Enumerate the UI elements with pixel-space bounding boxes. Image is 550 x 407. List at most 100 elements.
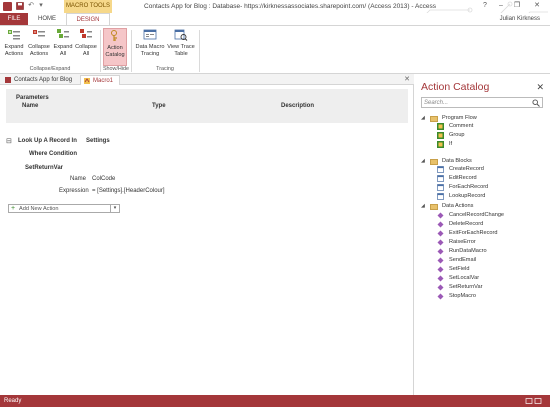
search-placeholder: Search...	[424, 100, 449, 106]
catalog-item-rundatamacro[interactable]: RunDataMacro	[449, 247, 487, 255]
undo-icon[interactable]: ↶	[27, 2, 35, 10]
action-catalog-button[interactable]: Action Catalog	[103, 28, 127, 66]
action-catalog-pane: Action Catalog ✕ Search... ◢ Program Flo…	[415, 74, 550, 395]
customize-qat-icon[interactable]: ▾	[37, 2, 45, 10]
collapse-all-button[interactable]: Collapse All	[75, 28, 97, 66]
tab-macro1[interactable]: Macro1	[80, 75, 120, 85]
edit-record-icon	[437, 175, 444, 182]
save-icon[interactable]	[16, 2, 24, 10]
collapse-actions-button[interactable]: Collapse Actions	[27, 28, 51, 66]
expanded-arrow-icon[interactable]: ◢	[421, 115, 425, 121]
access-app-icon[interactable]	[3, 2, 12, 11]
collapse-all-icon	[79, 28, 93, 42]
section-data-blocks[interactable]: Data Blocks	[442, 157, 472, 165]
catalog-item-group[interactable]: Group	[449, 131, 465, 139]
action-catalog-title: Action Catalog	[421, 81, 490, 93]
group-icon	[437, 132, 444, 139]
data-action-icon	[437, 230, 444, 237]
section-program-flow[interactable]: Program Flow	[442, 114, 477, 122]
catalog-item-exitforeachrecord[interactable]: ExitForEachRecord	[449, 229, 498, 237]
data-action-icon	[437, 275, 444, 282]
expanded-arrow-icon[interactable]: ◢	[421, 158, 425, 164]
catalog-item-if[interactable]: If	[449, 140, 452, 148]
document-tab-bar: Contacts App for Blog Macro1 ✕	[0, 74, 414, 85]
add-icon: +	[11, 205, 16, 212]
section-data-actions[interactable]: Data Actions	[442, 202, 473, 210]
close-document-icon[interactable]: ✕	[404, 75, 410, 83]
parameters-panel: Parameters Name Type Description	[6, 89, 408, 123]
collapse-actions-icon	[32, 28, 46, 42]
data-action-icon	[437, 257, 444, 264]
expand-actions-label: Expand Actions	[4, 44, 24, 57]
expand-actions-icon	[7, 28, 21, 42]
view-trace-table-button[interactable]: View Trace Table	[167, 28, 195, 66]
view-trace-table-icon	[174, 28, 188, 42]
access-app-icon	[5, 77, 11, 83]
name-value[interactable]: ColCode	[92, 176, 115, 182]
expand-all-label: Expand All	[53, 44, 73, 57]
data-action-icon	[437, 293, 444, 300]
data-action-icon	[437, 221, 444, 228]
for-each-record-icon	[437, 184, 444, 191]
set-return-var-action[interactable]: SetReturnVar	[25, 165, 63, 171]
catalog-item-comment[interactable]: Comment	[449, 122, 473, 130]
chevron-down-icon[interactable]: ▾	[110, 205, 119, 212]
catalog-item-sendemail[interactable]: SendEmail	[449, 256, 476, 264]
tab-home[interactable]: HOME	[31, 13, 63, 25]
catalog-search-input[interactable]: Search...	[421, 97, 543, 108]
tab-contacts-app-label: Contacts App for Blog	[14, 77, 73, 83]
action-catalog-icon	[108, 29, 122, 43]
catalog-item-deleterecord[interactable]: DeleteRecord	[449, 220, 483, 228]
collapse-all-label: Collapse All	[75, 44, 97, 57]
folder-icon	[430, 159, 438, 165]
catalog-item-foreachrecord[interactable]: ForEachRecord	[449, 183, 488, 191]
comment-icon	[437, 123, 444, 130]
expand-all-button[interactable]: Expand All	[53, 28, 73, 66]
catalog-item-setfield[interactable]: SetField	[449, 265, 470, 273]
tab-file[interactable]: FILE	[0, 13, 28, 25]
expression-label: Expression	[59, 188, 89, 194]
expand-actions-button[interactable]: Expand Actions	[3, 28, 25, 66]
collapse-block-icon[interactable]: ⊟	[6, 137, 12, 145]
status-text: Ready	[4, 398, 22, 404]
group-label-show-hide: Show/Hide	[102, 66, 130, 72]
group-label-tracing: Tracing	[156, 66, 174, 72]
catalog-item-setlocalvar[interactable]: SetLocalVar	[449, 274, 479, 282]
data-macro-tracing-button[interactable]: Data Macro Tracing	[135, 28, 165, 66]
tab-contacts-app[interactable]: Contacts App for Blog	[2, 75, 78, 85]
lookup-record-table[interactable]: Settings	[86, 138, 110, 144]
group-label-collapse-expand: Collapse/Expand	[29, 66, 71, 72]
tab-design[interactable]: DESIGN	[66, 13, 110, 25]
name-label: Name	[70, 176, 87, 182]
catalog-item-editrecord[interactable]: EditRecord	[449, 174, 477, 182]
macro-designer: Parameters Name Type Description ⊟ Look …	[0, 85, 414, 395]
macro-icon	[84, 78, 90, 84]
catalog-item-stopmacro[interactable]: StopMacro	[449, 292, 476, 300]
create-record-icon	[437, 166, 444, 173]
group-separator	[199, 30, 200, 72]
data-action-icon	[437, 239, 444, 246]
expanded-arrow-icon[interactable]: ◢	[421, 203, 425, 209]
close-pane-icon[interactable]: ✕	[536, 82, 544, 93]
where-condition-label[interactable]: Where Condition	[29, 151, 77, 157]
data-macro-tracing-icon	[143, 28, 157, 42]
search-icon[interactable]	[532, 99, 540, 107]
catalog-item-setreturnvar[interactable]: SetReturnVar	[449, 283, 482, 291]
catalog-item-createrecord[interactable]: CreateRecord	[449, 165, 484, 173]
add-new-action-dropdown[interactable]: + Add New Action ▾	[8, 204, 120, 213]
data-action-icon	[437, 212, 444, 219]
action-catalog-label: Action Catalog	[105, 45, 125, 58]
data-action-icon	[437, 248, 444, 255]
catalog-item-raiseerror[interactable]: RaiseError	[449, 238, 476, 246]
data-action-icon	[437, 266, 444, 273]
column-header-name: Name	[22, 103, 39, 109]
group-separator	[131, 30, 132, 72]
catalog-item-lookuprecord[interactable]: LookupRecord	[449, 192, 485, 200]
catalog-item-cancelrecordchange[interactable]: CancelRecordChange	[449, 211, 504, 219]
view-trace-table-label: View Trace Table	[167, 44, 195, 57]
view-switch-icon[interactable]	[524, 398, 544, 404]
lookup-record-block[interactable]: ⊟ Look Up A Record In Settings	[6, 135, 408, 149]
if-icon	[437, 141, 444, 148]
expression-value[interactable]: = [Settings].[HeaderColour]	[92, 188, 165, 194]
user-name[interactable]: Julian Kirkness	[500, 13, 540, 25]
